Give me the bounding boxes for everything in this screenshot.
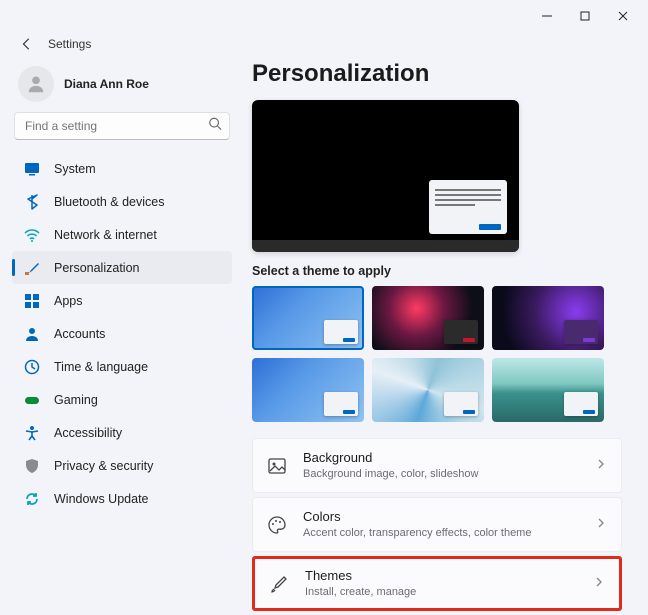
option-colors[interactable]: Colors Accent color, transparency effect… [252, 497, 622, 552]
paintbrush-icon [24, 260, 40, 276]
option-themes[interactable]: Themes Install, create, manage [252, 556, 622, 611]
accounts-icon [24, 326, 40, 342]
search-icon [208, 117, 222, 136]
sidebar-item-label: Bluetooth & devices [54, 195, 165, 209]
maximize-button[interactable] [566, 2, 604, 30]
option-title: Themes [305, 568, 593, 585]
sidebar-item-label: Time & language [54, 360, 148, 374]
option-background[interactable]: Background Background image, color, slid… [252, 438, 622, 493]
main-content: Personalization Select a theme to apply … [232, 60, 636, 615]
theme-option-6[interactable] [492, 358, 604, 422]
option-subtitle: Accent color, transparency effects, colo… [303, 526, 595, 540]
window-title: Settings [48, 37, 91, 51]
gaming-icon [24, 392, 40, 408]
bluetooth-icon [24, 194, 40, 210]
theme-grid [252, 286, 622, 422]
wifi-icon [24, 227, 40, 243]
sidebar-item-windows-update[interactable]: Windows Update [12, 482, 232, 515]
option-subtitle: Background image, color, slideshow [303, 467, 595, 481]
sidebar-item-gaming[interactable]: Gaming [12, 383, 232, 416]
option-title: Background [303, 450, 595, 467]
titlebar [0, 0, 648, 32]
chevron-right-icon [593, 575, 605, 593]
brush-icon [269, 574, 289, 594]
sidebar-item-privacy[interactable]: Privacy & security [12, 449, 232, 482]
palette-icon [267, 515, 287, 535]
profile-name: Diana Ann Roe [64, 77, 149, 91]
chevron-right-icon [595, 457, 607, 475]
sidebar-item-label: Accessibility [54, 426, 122, 440]
option-subtitle: Install, create, manage [305, 585, 593, 599]
sidebar-item-label: Personalization [54, 261, 139, 275]
themes-label: Select a theme to apply [252, 264, 622, 278]
theme-option-3[interactable] [492, 286, 604, 350]
sidebar-item-bluetooth[interactable]: Bluetooth & devices [12, 185, 232, 218]
sidebar-item-label: Network & internet [54, 228, 157, 242]
update-icon [24, 491, 40, 507]
apps-icon [24, 293, 40, 309]
theme-option-5[interactable] [372, 358, 484, 422]
option-title: Colors [303, 509, 595, 526]
search-box[interactable] [14, 112, 230, 140]
sidebar-item-accounts[interactable]: Accounts [12, 317, 232, 350]
desktop-preview [252, 100, 519, 252]
back-button[interactable] [16, 33, 38, 55]
page-title: Personalization [252, 60, 622, 88]
sidebar-item-label: Windows Update [54, 492, 149, 506]
sidebar-item-label: System [54, 162, 96, 176]
sidebar-item-label: Apps [54, 294, 83, 308]
shield-icon [24, 458, 40, 474]
accessibility-icon [24, 425, 40, 441]
minimize-button[interactable] [528, 2, 566, 30]
sidebar-item-label: Accounts [54, 327, 105, 341]
sidebar: Diana Ann Roe System Bluetooth & devices [12, 60, 232, 615]
clock-icon [24, 359, 40, 375]
chevron-right-icon [595, 516, 607, 534]
header: Settings [0, 32, 648, 56]
sidebar-item-label: Gaming [54, 393, 98, 407]
close-button[interactable] [604, 2, 642, 30]
theme-option-2[interactable] [372, 286, 484, 350]
option-list: Background Background image, color, slid… [252, 438, 622, 611]
sidebar-item-apps[interactable]: Apps [12, 284, 232, 317]
picture-icon [267, 456, 287, 476]
avatar [18, 66, 54, 102]
sidebar-item-time-language[interactable]: Time & language [12, 350, 232, 383]
sidebar-item-accessibility[interactable]: Accessibility [12, 416, 232, 449]
nav: System Bluetooth & devices Network & int… [12, 150, 232, 515]
sidebar-item-system[interactable]: System [12, 152, 232, 185]
theme-option-1[interactable] [252, 286, 364, 350]
sidebar-item-network[interactable]: Network & internet [12, 218, 232, 251]
search-input[interactable] [14, 112, 230, 140]
sidebar-item-personalization[interactable]: Personalization [12, 251, 232, 284]
sidebar-item-label: Privacy & security [54, 459, 153, 473]
theme-option-4[interactable] [252, 358, 364, 422]
system-icon [24, 161, 40, 177]
profile[interactable]: Diana Ann Roe [12, 60, 232, 112]
